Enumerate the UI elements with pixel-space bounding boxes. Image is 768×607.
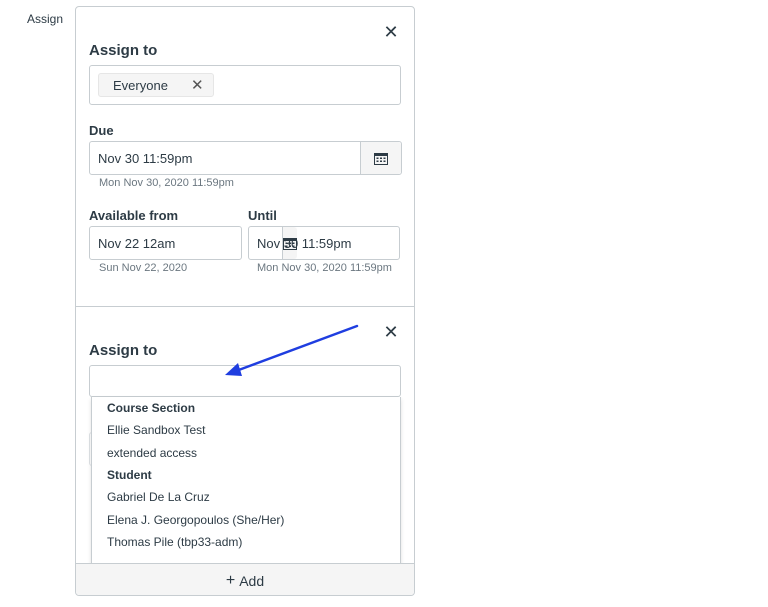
- available-from-hint: Sun Nov 22, 2020: [99, 262, 188, 274]
- assign-to-title: Assign to: [89, 42, 158, 59]
- due-date-input[interactable]: [90, 142, 360, 174]
- assignee-dropdown: Course Section Ellie Sandbox Test extend…: [91, 397, 401, 569]
- due-calendar-button[interactable]: [360, 142, 401, 174]
- assignee-chip: Everyone ✕: [98, 73, 214, 97]
- dropdown-option[interactable]: Gabriel De La Cruz: [92, 486, 400, 509]
- dropdown-option[interactable]: extended access: [92, 442, 400, 465]
- chip-label: Everyone: [113, 77, 168, 93]
- assign-to-title-2: Assign to: [89, 342, 158, 359]
- assign-label: Assign: [27, 12, 64, 26]
- available-from-group: [89, 226, 297, 260]
- available-from-label: Available from: [89, 208, 179, 223]
- until-input[interactable]: [249, 227, 414, 259]
- due-label: Due: [89, 123, 114, 138]
- add-label: Add: [239, 573, 265, 589]
- until-label: Until: [248, 208, 277, 223]
- plus-icon: +: [225, 572, 236, 589]
- close-icon[interactable]: ✕: [382, 23, 400, 41]
- assign-panel: ✕ Assign to Everyone ✕ Due Mon Nov 30, 2…: [75, 6, 415, 596]
- until-group: [248, 226, 414, 260]
- dropdown-option[interactable]: Thomas Pile (tbp33-adm): [92, 531, 400, 554]
- card-divider: [76, 306, 414, 307]
- assign-to-search-input[interactable]: [89, 365, 401, 397]
- due-date-hint: Mon Nov 30, 2020 11:59pm: [99, 177, 234, 189]
- dropdown-option[interactable]: Ellie Sandbox Test: [92, 419, 400, 442]
- assign-to-field[interactable]: Everyone ✕: [89, 65, 401, 105]
- close-icon[interactable]: ✕: [382, 323, 400, 341]
- add-button[interactable]: + Add: [76, 563, 414, 595]
- remove-chip-icon[interactable]: ✕: [191, 76, 204, 94]
- dropdown-group-course-section: Course Section: [107, 401, 196, 415]
- due-date-group: [89, 141, 402, 175]
- dropdown-option[interactable]: Elena J. Georgopoulos (She/Her): [92, 509, 400, 532]
- calendar-icon: [374, 152, 388, 165]
- dropdown-group-student: Student: [107, 468, 152, 482]
- until-hint: Mon Nov 30, 2020 11:59pm: [257, 262, 392, 274]
